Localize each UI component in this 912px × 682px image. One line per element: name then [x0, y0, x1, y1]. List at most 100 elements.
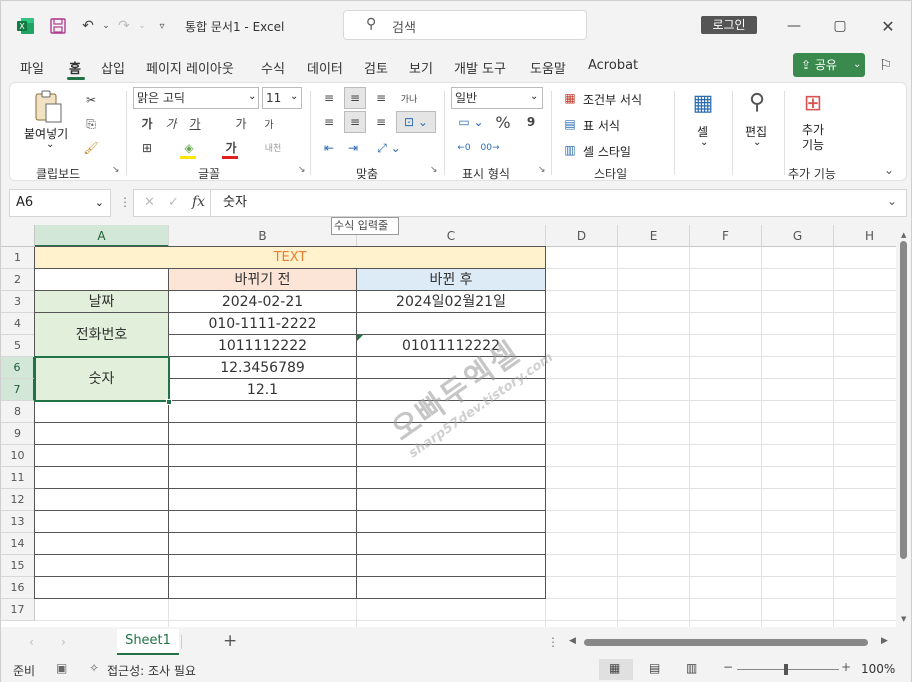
add-ins-icon[interactable]: ⊞	[799, 89, 827, 117]
cell-b4[interactable]: 010-1111-2222	[169, 313, 357, 335]
format-painter-icon[interactable]: 🖌	[82, 139, 100, 157]
cell-a4[interactable]: 전화번호	[35, 313, 169, 357]
worksheet-grid[interactable]: ABCDEFGH 1 2 3 4 5 6 7 8 9 10 11 12 13 14 15 16 17 TEXT …	[1, 225, 896, 627]
align-bottom-icon[interactable]: ≡	[372, 89, 390, 107]
zoom-slider-track[interactable]	[737, 669, 839, 670]
underline-button[interactable]: 가	[186, 115, 204, 131]
row-header-14[interactable]: 14	[1, 533, 35, 555]
dialog-launcher-icon[interactable]: ↘	[538, 165, 546, 175]
customize-qat-icon[interactable]: ▿	[151, 15, 173, 37]
cell-b3[interactable]: 2024-02-21	[169, 291, 357, 313]
cell-b7[interactable]: 12.1	[169, 379, 357, 401]
increase-indent-icon[interactable]: ⇥	[344, 139, 362, 157]
row-header-3[interactable]: 3	[1, 291, 35, 313]
fill-handle[interactable]	[166, 399, 172, 405]
cell-a3[interactable]: 날짜	[35, 291, 169, 313]
row-header-6[interactable]: 6	[1, 357, 35, 379]
paste-icon[interactable]	[30, 89, 66, 125]
dialog-launcher-icon[interactable]: ↘	[430, 165, 438, 175]
shrink-font-button[interactable]: 가	[260, 115, 278, 131]
zoom-level[interactable]: 100%	[861, 662, 895, 676]
name-box[interactable]: A6 ⌄	[9, 189, 111, 217]
dialog-launcher-icon[interactable]: ↘	[112, 165, 120, 175]
save-icon[interactable]	[47, 15, 69, 37]
add-sheet-button[interactable]: +	[223, 631, 237, 651]
bold-button[interactable]: 가	[138, 115, 156, 131]
align-middle-icon[interactable]: ≡	[344, 87, 366, 109]
maximize-icon[interactable]: ▢	[829, 15, 851, 37]
vertical-scrollbar[interactable]: ▲ ▼	[896, 225, 911, 627]
column-header-f[interactable]: F	[690, 225, 762, 247]
conditional-formatting-icon[interactable]: ▦	[561, 89, 579, 107]
confirm-icon[interactable]: ✓	[168, 195, 179, 210]
scroll-down-icon[interactable]: ▼	[901, 615, 906, 623]
italic-button[interactable]: 가	[162, 115, 180, 131]
scroll-left-icon[interactable]: ◀	[569, 636, 576, 646]
accounting-format-icon[interactable]: ▭ ⌄	[454, 113, 488, 131]
accessibility-status[interactable]: 접근성: 조사 필요	[107, 662, 196, 679]
decrease-decimal-icon[interactable]: 00→	[480, 139, 500, 157]
scroll-right-icon[interactable]: ▶	[881, 636, 888, 646]
font-color-button[interactable]: 가	[222, 139, 240, 155]
row-header-16[interactable]: 16	[1, 577, 35, 599]
expand-formula-icon[interactable]: ⌄	[887, 194, 897, 208]
login-button[interactable]: 로그인	[701, 16, 757, 34]
cancel-icon[interactable]: ✕	[144, 195, 155, 210]
more-icon[interactable]: ⋮	[547, 635, 559, 649]
cell-title[interactable]: TEXT	[35, 247, 546, 269]
row-header-13[interactable]: 13	[1, 511, 35, 533]
align-left-icon[interactable]: ≡	[320, 113, 338, 131]
tab-data[interactable]: 데이터	[307, 58, 343, 77]
page-layout-view-icon[interactable]: ▤	[649, 661, 660, 675]
page-break-view-icon[interactable]: ▥	[686, 661, 697, 675]
comma-button[interactable]: 9	[524, 113, 538, 131]
column-header-g[interactable]: G	[762, 225, 834, 247]
tab-developer[interactable]: 개발 도구	[454, 58, 506, 77]
tab-page-layout[interactable]: 페이지 레이아웃	[146, 58, 234, 77]
tab-file[interactable]: 파일	[20, 58, 44, 77]
scroll-thumb[interactable]	[900, 241, 907, 559]
align-center-icon[interactable]: ≡	[344, 111, 366, 133]
macro-recording-icon[interactable]: ▣	[56, 661, 67, 675]
row-header-5[interactable]: 5	[1, 335, 35, 357]
tab-review[interactable]: 검토	[364, 58, 388, 77]
cell-c4[interactable]	[357, 313, 546, 335]
horizontal-scroll-thumb[interactable]	[584, 639, 868, 646]
tab-formulas[interactable]: 수식	[261, 58, 285, 77]
row-header-7[interactable]: 7	[1, 379, 35, 401]
tab-help[interactable]: 도움말	[530, 58, 566, 77]
collapse-ribbon-icon[interactable]: ⌄	[884, 163, 894, 177]
cell-c2[interactable]: 바뀐 후	[357, 269, 546, 291]
tab-acrobat[interactable]: Acrobat	[588, 58, 638, 73]
zoom-slider-thumb[interactable]	[784, 664, 788, 675]
sheet-tab-sheet1[interactable]: Sheet1	[117, 629, 179, 655]
zoom-out-button[interactable]: −	[723, 660, 733, 674]
row-header-4[interactable]: 4	[1, 313, 35, 335]
percent-button[interactable]: %	[494, 113, 512, 132]
cell-styles-button[interactable]: 셀 스타일	[583, 143, 631, 160]
column-header-a[interactable]: A	[35, 225, 169, 247]
align-top-icon[interactable]: ≡	[320, 89, 338, 107]
add-ins-button[interactable]: 추가 기능	[802, 123, 824, 153]
error-indicator[interactable]	[357, 335, 363, 341]
row-header-1[interactable]: 1	[1, 247, 35, 269]
accessibility-icon[interactable]: ✧	[89, 661, 99, 675]
next-sheet-icon[interactable]: ›	[61, 635, 66, 649]
grow-font-button[interactable]: 가	[232, 115, 250, 131]
tab-home[interactable]: 홈	[69, 58, 81, 77]
minimize-icon[interactable]: —	[783, 15, 805, 37]
row-header-15[interactable]: 15	[1, 555, 35, 577]
more-icon[interactable]: ⋮	[119, 195, 131, 209]
cells-icon[interactable]: ▦	[688, 89, 718, 117]
copy-icon[interactable]: ⎘	[82, 115, 100, 133]
row-header-12[interactable]: 12	[1, 489, 35, 511]
cell-b6[interactable]: 12.3456789	[169, 357, 357, 379]
cell-b2[interactable]: 바뀌기 전	[169, 269, 357, 291]
prev-sheet-icon[interactable]: ‹	[29, 635, 34, 649]
paste-dropdown-icon[interactable]: ⌄	[46, 139, 54, 150]
font-name-select[interactable]: 맑은 고딕	[133, 87, 259, 109]
cell-c5[interactable]: 01011112222	[357, 335, 546, 357]
tab-insert[interactable]: 삽입	[101, 58, 125, 77]
dialog-launcher-icon[interactable]: ↘	[298, 165, 306, 175]
column-header-b[interactable]: B	[169, 225, 357, 247]
